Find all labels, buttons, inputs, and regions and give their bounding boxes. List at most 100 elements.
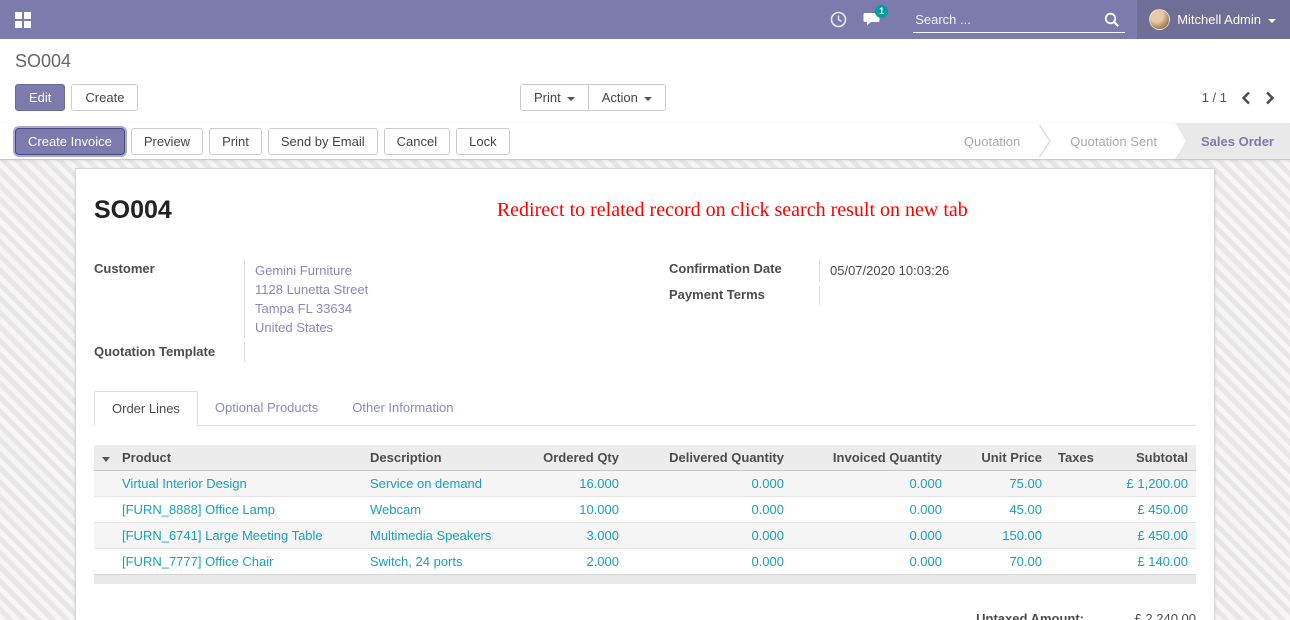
cell-subtotal[interactable]: £ 1,200.00 bbox=[1110, 471, 1196, 497]
untaxed-amount-value: £ 2,240.00 bbox=[1084, 611, 1196, 620]
sales-order-sheet: SO004 Redirect to related record on clic… bbox=[75, 168, 1215, 620]
pager-previous-button[interactable] bbox=[1241, 91, 1251, 105]
top-navbar: 1 Mitchell Admin bbox=[0, 0, 1290, 39]
cell-unit-price[interactable]: 70.00 bbox=[950, 549, 1050, 575]
search-icon[interactable] bbox=[1103, 11, 1121, 29]
action-dropdown-label: Action bbox=[602, 90, 638, 105]
print-dropdown-label: Print bbox=[534, 90, 561, 105]
cell-description[interactable]: Switch, 24 ports bbox=[362, 549, 517, 575]
confirmation-date-field: Confirmation Date 05/07/2020 10:03:26 bbox=[669, 259, 1196, 282]
cell-delivered-quantity[interactable]: 0.000 bbox=[627, 549, 792, 575]
cell-delivered-quantity[interactable]: 0.000 bbox=[627, 497, 792, 523]
customer-street[interactable]: 1128 Lunetta Street bbox=[255, 280, 621, 299]
table-row[interactable]: [FURN_8888] Office Lamp Webcam 10.000 0.… bbox=[94, 497, 1196, 523]
tab-order-lines[interactable]: Order Lines bbox=[94, 391, 198, 426]
activities-button[interactable] bbox=[821, 0, 855, 39]
apps-menu-button[interactable] bbox=[0, 0, 46, 39]
cell-description[interactable]: Webcam bbox=[362, 497, 517, 523]
chevron-left-icon bbox=[1241, 91, 1251, 105]
order-lines-table: Product Description Ordered Qty Delivere… bbox=[94, 445, 1196, 574]
breadcrumb[interactable]: SO004 bbox=[15, 51, 1275, 72]
table-row[interactable]: [FURN_7777] Office Chair Switch, 24 port… bbox=[94, 549, 1196, 575]
customer-label: Customer bbox=[94, 259, 244, 339]
statusbar: Create Invoice Preview Print Send by Ema… bbox=[0, 123, 1290, 160]
stage-quotation-sent[interactable]: Quotation Sent bbox=[1052, 123, 1175, 159]
col-subtotal[interactable]: Subtotal bbox=[1110, 445, 1196, 471]
pager-next-button[interactable] bbox=[1265, 91, 1275, 105]
cell-delivered-quantity[interactable]: 0.000 bbox=[627, 471, 792, 497]
chevron-right-icon bbox=[1265, 91, 1275, 105]
print-dropdown-button[interactable]: Print bbox=[520, 84, 589, 111]
cancel-button[interactable]: Cancel bbox=[384, 128, 450, 155]
cell-unit-price[interactable]: 150.00 bbox=[950, 523, 1050, 549]
preview-button[interactable]: Preview bbox=[131, 128, 203, 155]
field-group: Customer Gemini Furniture 1128 Lunetta S… bbox=[94, 259, 1196, 365]
cell-subtotal[interactable]: £ 450.00 bbox=[1110, 497, 1196, 523]
cell-subtotal[interactable]: £ 140.00 bbox=[1110, 549, 1196, 575]
cell-ordered-qty[interactable]: 10.000 bbox=[517, 497, 627, 523]
create-button[interactable]: Create bbox=[71, 84, 138, 111]
col-taxes[interactable]: Taxes bbox=[1050, 445, 1110, 471]
print-button[interactable]: Print bbox=[209, 128, 262, 155]
red-annotation-text: Redirect to related record on click sear… bbox=[497, 199, 968, 222]
cell-invoiced-quantity[interactable]: 0.000 bbox=[792, 523, 950, 549]
stage-quotation[interactable]: Quotation bbox=[946, 123, 1038, 159]
customer-city[interactable]: Tampa FL 33634 bbox=[255, 299, 621, 318]
messages-button[interactable]: 1 bbox=[855, 0, 889, 39]
payment-terms-label: Payment Terms bbox=[669, 285, 819, 305]
col-invoiced-quantity[interactable]: Invoiced Quantity bbox=[792, 445, 950, 471]
col-unit-price[interactable]: Unit Price bbox=[950, 445, 1050, 471]
table-footer-strip bbox=[94, 574, 1196, 584]
cell-description[interactable]: Multimedia Speakers bbox=[362, 523, 517, 549]
search-input[interactable] bbox=[913, 7, 1125, 33]
lock-button[interactable]: Lock bbox=[456, 128, 509, 155]
col-delivered-quantity[interactable]: Delivered Quantity bbox=[627, 445, 792, 471]
table-row[interactable]: [FURN_6741] Large Meeting Table Multimed… bbox=[94, 523, 1196, 549]
control-panel: SO004 Edit Create Print Action 1 / 1 bbox=[0, 39, 1290, 123]
cell-taxes[interactable] bbox=[1050, 523, 1110, 549]
col-product[interactable]: Product bbox=[114, 445, 362, 471]
cell-product[interactable]: [FURN_6741] Large Meeting Table bbox=[114, 523, 362, 549]
tab-optional-products[interactable]: Optional Products bbox=[198, 391, 335, 425]
cell-product[interactable]: [FURN_8888] Office Lamp bbox=[114, 497, 362, 523]
cell-invoiced-quantity[interactable]: 0.000 bbox=[792, 497, 950, 523]
col-ordered-qty[interactable]: Ordered Qty bbox=[517, 445, 627, 471]
cell-invoiced-quantity[interactable]: 0.000 bbox=[792, 471, 950, 497]
cell-ordered-qty[interactable]: 16.000 bbox=[517, 471, 627, 497]
optional-columns-icon[interactable] bbox=[102, 457, 110, 462]
user-name: Mitchell Admin bbox=[1177, 12, 1261, 27]
cell-product[interactable]: Virtual Interior Design bbox=[114, 471, 362, 497]
cell-ordered-qty[interactable]: 2.000 bbox=[517, 549, 627, 575]
payment-terms-value bbox=[819, 285, 1196, 305]
cell-unit-price[interactable]: 45.00 bbox=[950, 497, 1050, 523]
cell-product[interactable]: [FURN_7777] Office Chair bbox=[114, 549, 362, 575]
customer-country[interactable]: United States bbox=[255, 318, 621, 337]
user-avatar bbox=[1149, 9, 1170, 30]
quotation-template-label: Quotation Template bbox=[94, 342, 244, 362]
chevron-down-icon bbox=[1268, 19, 1276, 23]
message-count-badge: 1 bbox=[875, 5, 888, 18]
user-menu[interactable]: Mitchell Admin bbox=[1137, 0, 1290, 39]
form-view-background: SO004 Redirect to related record on clic… bbox=[0, 160, 1290, 620]
cell-invoiced-quantity[interactable]: 0.000 bbox=[792, 549, 950, 575]
customer-field: Customer Gemini Furniture 1128 Lunetta S… bbox=[94, 259, 621, 339]
cell-delivered-quantity[interactable]: 0.000 bbox=[627, 523, 792, 549]
stage-sales-order[interactable]: Sales Order bbox=[1175, 123, 1290, 159]
apps-grid-icon bbox=[15, 12, 31, 28]
action-dropdown-button[interactable]: Action bbox=[588, 84, 666, 111]
edit-button[interactable]: Edit bbox=[15, 84, 65, 111]
cell-taxes[interactable] bbox=[1050, 471, 1110, 497]
cell-unit-price[interactable]: 75.00 bbox=[950, 471, 1050, 497]
create-invoice-button[interactable]: Create Invoice bbox=[15, 128, 125, 155]
cell-taxes[interactable] bbox=[1050, 549, 1110, 575]
cell-description[interactable]: Service on demand bbox=[362, 471, 517, 497]
cell-subtotal[interactable]: £ 450.00 bbox=[1110, 523, 1196, 549]
customer-name-link[interactable]: Gemini Furniture bbox=[255, 261, 621, 280]
table-row[interactable]: Virtual Interior Design Service on deman… bbox=[94, 471, 1196, 497]
tab-other-information[interactable]: Other Information bbox=[335, 391, 470, 425]
cell-taxes[interactable] bbox=[1050, 497, 1110, 523]
send-by-email-button[interactable]: Send by Email bbox=[268, 128, 378, 155]
col-description[interactable]: Description bbox=[362, 445, 517, 471]
cell-ordered-qty[interactable]: 3.000 bbox=[517, 523, 627, 549]
pager-value: 1 / 1 bbox=[1202, 90, 1227, 105]
